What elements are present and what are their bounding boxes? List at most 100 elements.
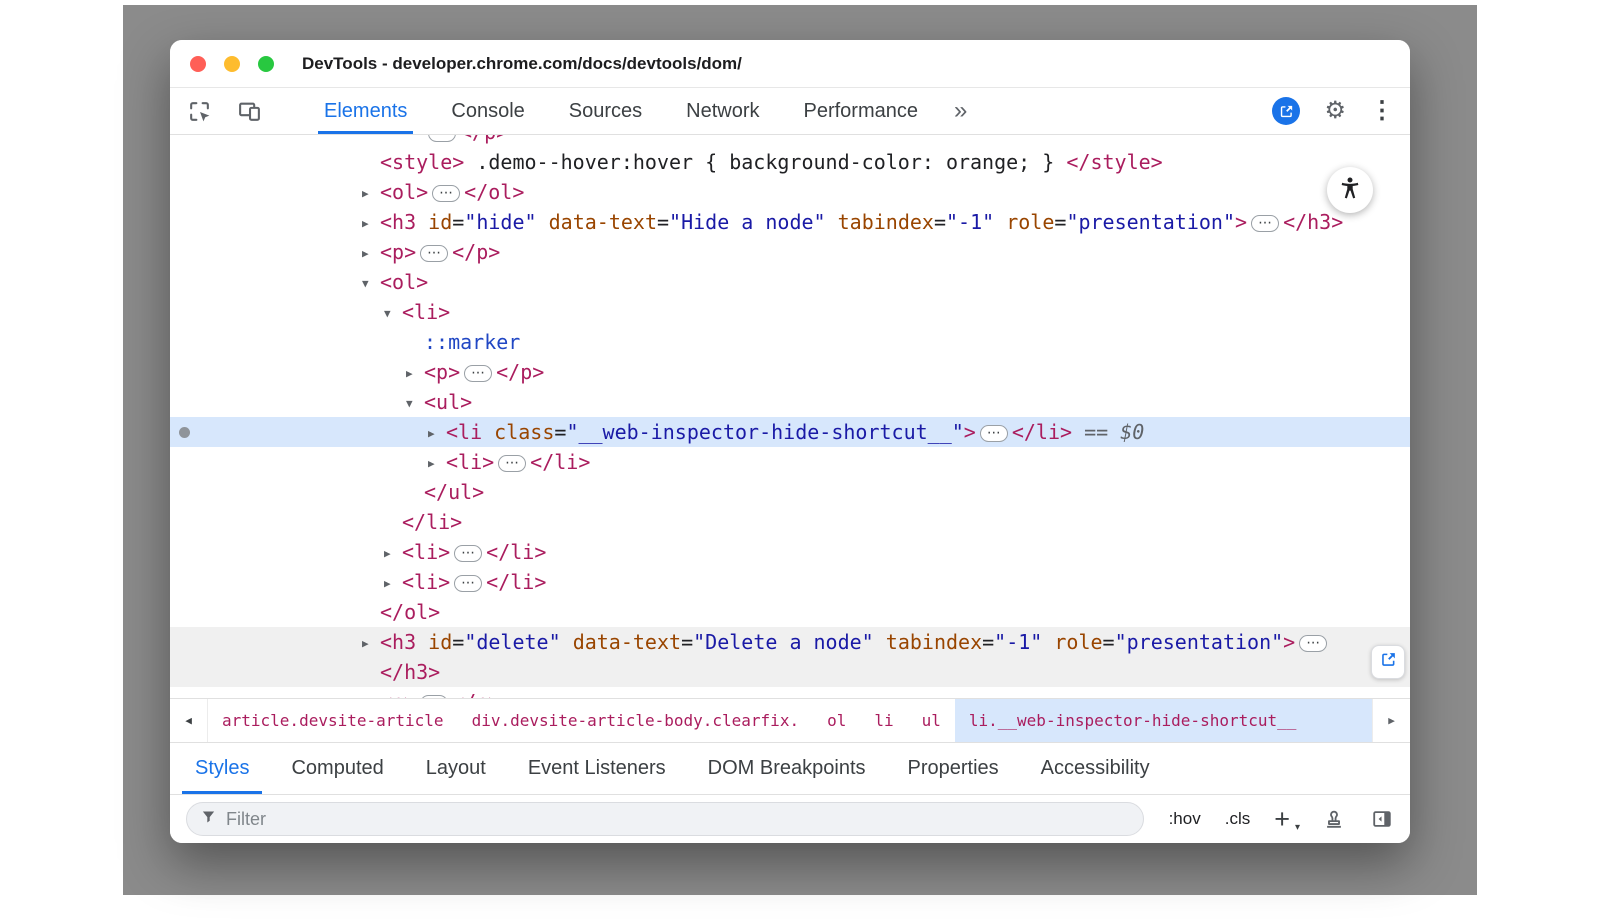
twisty-collapsed-icon[interactable]: ▶ [362,239,380,269]
breadcrumb-scroll-right-icon[interactable]: ▶ [1372,699,1410,742]
token-tag: <ol> [380,270,428,294]
dom-tree-row[interactable]: ▶<ol>⋯</ol> [170,177,1410,207]
dom-tree-row[interactable]: </h3> [170,657,1410,687]
indent-spacer [170,348,406,349]
twisty-collapsed-icon[interactable]: ▶ [406,359,424,389]
token-val: "hide" [464,210,536,234]
breadcrumb-scroll-left-icon[interactable]: ◀ [170,699,208,742]
tab-sources[interactable]: Sources [569,88,642,134]
dom-tree-row[interactable]: ▶<h3 id="delete" data-text="Delete a nod… [170,627,1410,657]
dom-tree-row[interactable]: </ul> [170,477,1410,507]
token-tag: <ol> [380,180,428,204]
dom-tree-row[interactable]: ▼<li> [170,297,1410,327]
collapsed-children-icon[interactable]: ⋯ [498,455,526,472]
dom-tree-row[interactable]: </li> [170,507,1410,537]
collapsed-children-icon[interactable]: ⋯ [454,575,482,592]
collapsed-children-icon[interactable]: ⋯ [432,185,460,202]
open-in-new-icon [1379,650,1398,674]
new-style-rule-button[interactable]: +▾ [1274,806,1298,833]
twisty-expanded-icon[interactable]: ▼ [406,389,424,419]
settings-gear-icon[interactable]: ⚙ [1324,99,1346,123]
dom-tree-row[interactable]: ⋯</p> [170,135,1410,147]
zoom-button[interactable] [258,56,274,72]
dom-tree-row[interactable]: ::marker [170,327,1410,357]
breadcrumb-item[interactable]: div.devsite-article-body.clearfix. [458,699,814,742]
twisty-expanded-icon[interactable]: ▼ [384,299,402,329]
twisty-collapsed-icon[interactable]: ▶ [362,179,380,209]
twisty-collapsed-icon[interactable]: ▶ [384,569,402,599]
dom-tree-row[interactable]: ▶<p>⋯</p> [170,237,1410,267]
breadcrumb-item[interactable]: ol [813,699,860,742]
tab-performance[interactable]: Performance [804,88,919,134]
dom-tree-row[interactable]: ▶<h3 id="hide" data-text="Hide a node" t… [170,207,1410,237]
collapsed-children-icon[interactable]: ⋯ [1251,215,1279,232]
collapsed-children-icon[interactable]: ⋯ [454,545,482,562]
sidebar-tab-computed[interactable]: Computed [270,743,404,794]
token-code [1042,630,1054,654]
dom-tree-row[interactable]: ▶<li>⋯</li> [170,447,1410,477]
sidebar-tab-layout[interactable]: Layout [405,743,507,794]
open-in-new-floating-button[interactable] [1371,645,1405,679]
twisty-expanded-icon[interactable]: ▼ [362,269,380,299]
close-button[interactable] [190,56,206,72]
twisty-collapsed-icon[interactable]: ▶ [428,419,446,449]
tab-elements[interactable]: Elements [324,88,407,134]
devtools-window: DevTools - developer.chrome.com/docs/dev… [170,40,1410,843]
breadcrumb-item[interactable]: article.devsite-article [208,699,458,742]
sidebar-tab-event-listeners[interactable]: Event Listeners [507,743,687,794]
filter-input[interactable]: Filter [186,802,1144,836]
twisty-collapsed-icon[interactable]: ▶ [362,629,380,659]
token-tag: </p> [496,360,544,384]
toggle-sidebar-icon[interactable] [1370,807,1394,831]
tab-network[interactable]: Network [686,88,759,134]
collapsed-children-icon[interactable]: ⋯ [428,135,456,142]
breadcrumb-item[interactable]: li [860,699,907,742]
collapsed-children-icon[interactable]: ⋯ [1299,635,1327,652]
dom-tree-row[interactable]: <style> .demo--hover:hover { background-… [170,147,1410,177]
collapsed-children-icon[interactable]: ⋯ [420,695,448,699]
twisty-collapsed-icon[interactable]: ▶ [428,449,446,479]
more-tabs-icon[interactable]: » [954,97,967,125]
minimize-button[interactable] [224,56,240,72]
dom-tree-row[interactable]: ▶<li>⋯</li> [170,537,1410,567]
dom-tree-row[interactable]: </ol> [170,597,1410,627]
sidebar-tab-accessibility[interactable]: Accessibility [1020,743,1171,794]
indent-spacer [170,558,384,559]
token-code: = [452,630,464,654]
collapsed-children-icon[interactable]: ⋯ [980,425,1008,442]
twisty-collapsed-icon[interactable]: ▶ [362,689,380,698]
indent-spacer [170,438,428,439]
toggle-element-state-button[interactable]: :hov [1169,809,1201,829]
dom-tree-row[interactable]: ▶<li class="__web-inspector-hide-shortcu… [170,417,1410,447]
token-tag: > [964,420,976,444]
token-code [416,630,428,654]
dom-tree-row[interactable]: ▶<p>⋯</p> [170,687,1410,698]
tab-console[interactable]: Console [451,88,524,134]
inspect-element-icon[interactable] [186,98,212,124]
dom-tree-row[interactable]: ▶<p>⋯</p> [170,357,1410,387]
token-val: "-1" [994,630,1042,654]
indent-spacer [170,288,362,289]
dom-tree-row[interactable]: ▼<ol> [170,267,1410,297]
indent-spacer [170,258,362,259]
open-in-new-badge-icon[interactable] [1272,97,1300,125]
dom-tree-row[interactable]: ▶<li>⋯</li> [170,567,1410,597]
element-classes-button[interactable]: .cls [1225,809,1251,829]
token-attr: tabindex [838,210,934,234]
device-toolbar-icon[interactable] [236,98,262,124]
breadcrumb-item[interactable]: li.__web-inspector-hide-shortcut__ [955,699,1372,742]
breadcrumb-item[interactable]: ul [908,699,955,742]
sidebar-tab-styles[interactable]: Styles [174,743,270,794]
sidebar-tab-properties[interactable]: Properties [887,743,1020,794]
collapsed-children-icon[interactable]: ⋯ [420,245,448,262]
more-options-icon[interactable]: ⋮ [1370,99,1394,123]
twisty-collapsed-icon[interactable]: ▶ [362,209,380,239]
collapsed-children-icon[interactable]: ⋯ [464,365,492,382]
accessibility-overlay-button[interactable] [1327,167,1373,213]
twisty-collapsed-icon[interactable]: ▶ [384,539,402,569]
token-tag: > [1235,210,1247,234]
dom-tree-row[interactable]: ▼<ul> [170,387,1410,417]
token-tag: </h3> [1283,210,1343,234]
sidebar-tab-dom-breakpoints[interactable]: DOM Breakpoints [687,743,887,794]
stamp-icon[interactable] [1322,807,1346,831]
